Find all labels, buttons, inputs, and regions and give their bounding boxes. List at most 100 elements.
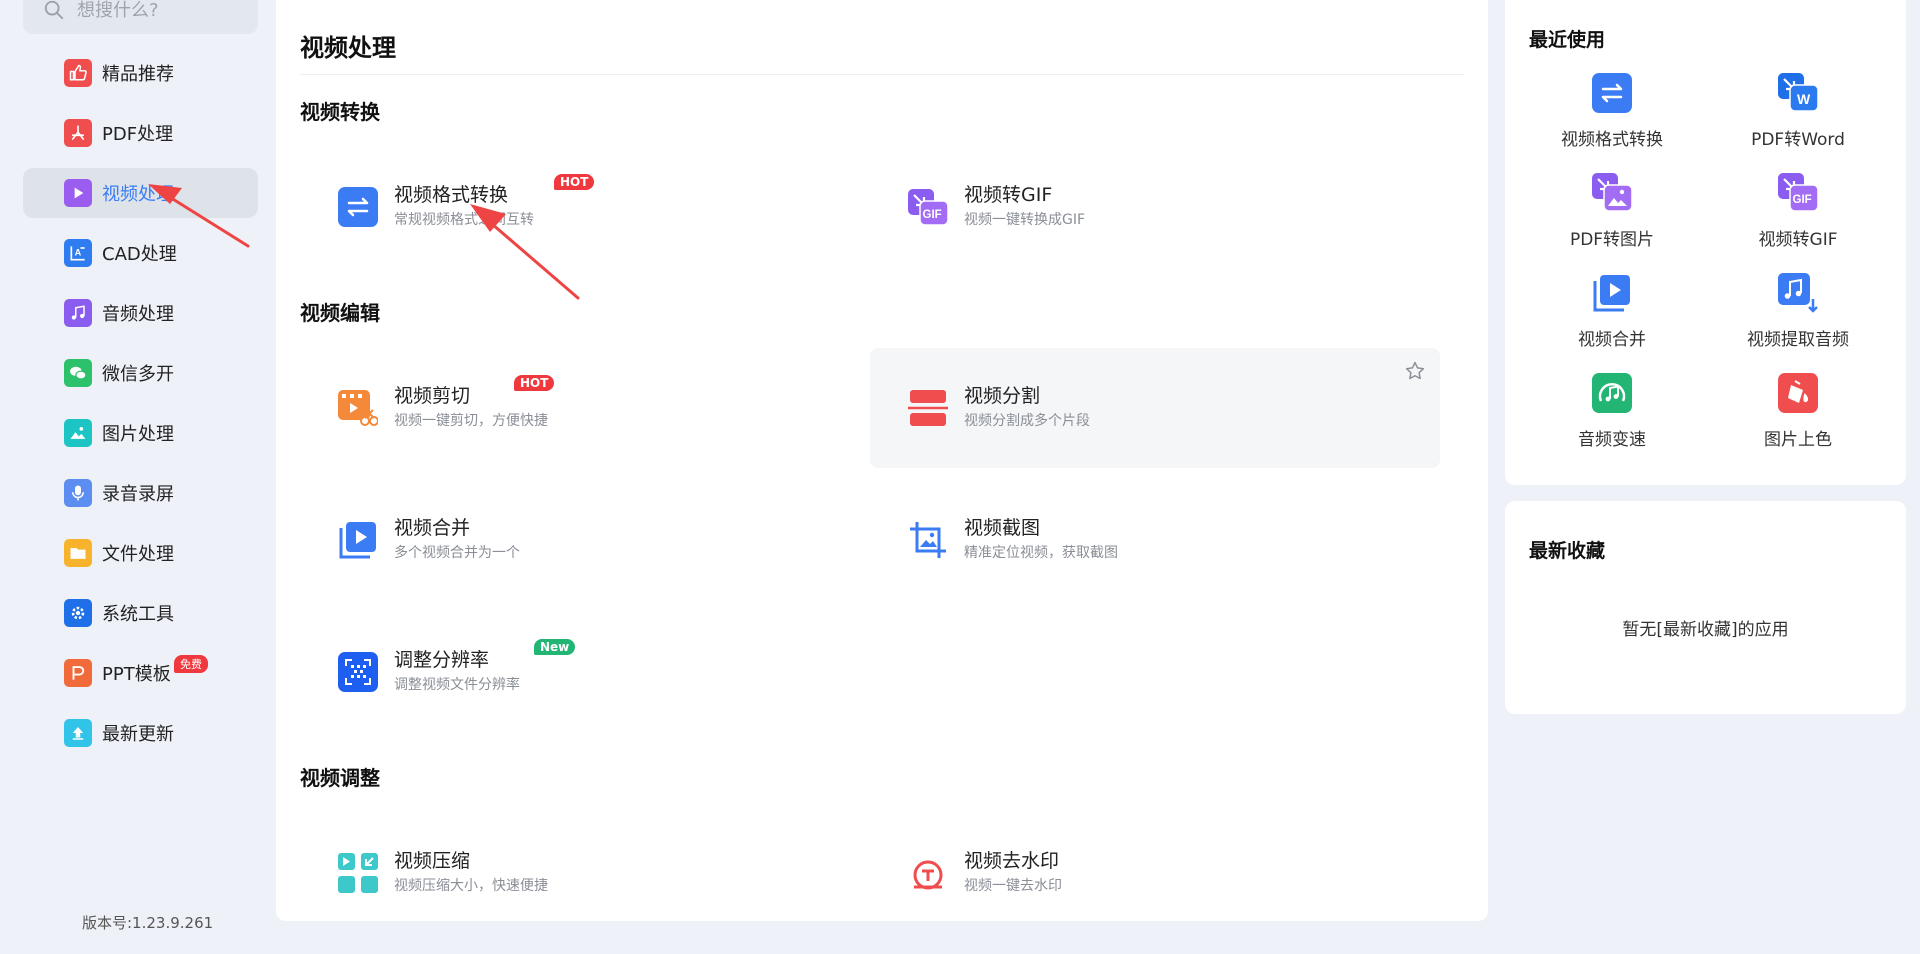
crop-image-icon [910, 522, 946, 558]
svg-text:GIF: GIF [923, 209, 942, 221]
wechat-icon [64, 359, 92, 387]
recent-item-audio-speed[interactable]: 音频变速 [1519, 373, 1705, 463]
sidebar-item-label: 图片处理 [102, 424, 174, 445]
tool-adjust-resolution[interactable]: 调整分辨率 New 调整视频文件分辨率 [300, 612, 870, 732]
search-icon [44, 0, 64, 20]
sidebar-item-label: 微信多开 [102, 364, 174, 385]
recent-title: 最近使用 [1529, 29, 1606, 51]
tool-video-screenshot[interactable]: 视频截图 精准定位视频，获取截图 [870, 480, 1440, 600]
sidebar-item-system-tools[interactable]: 系统工具 [23, 588, 258, 638]
recent-panel: 最近使用 视频格式转换 W PDF转Word PDF转图片 GIF 视频转GIF… [1505, 0, 1906, 485]
sidebar-item-pdf[interactable]: PDF处理 [23, 108, 258, 158]
recent-item-video-merge[interactable]: 视频合并 [1519, 273, 1705, 363]
image-colorize-icon [1778, 373, 1818, 413]
section-title-video-convert: 视频转换 [300, 100, 380, 124]
sidebar-item-recording[interactable]: 录音录屏 [23, 468, 258, 518]
tool-video-split[interactable]: 视频分割 视频分割成多个片段 [870, 348, 1440, 468]
sidebar-item-audio[interactable]: 音频处理 [23, 288, 258, 338]
tool-name: 视频转GIF [964, 184, 1053, 206]
thumbs-up-icon [64, 59, 92, 87]
recent-item-extract-audio[interactable]: 视频提取音频 [1705, 273, 1891, 363]
new-badge: New [534, 639, 576, 655]
watermark-remove-icon [913, 860, 943, 890]
free-badge: 免费 [174, 655, 208, 673]
sidebar-item-files[interactable]: 文件处理 [23, 528, 258, 578]
tool-name: 视频压缩 [394, 850, 471, 872]
sidebar-item-featured[interactable]: 精品推荐 [23, 48, 258, 98]
recent-item-video-to-gif[interactable]: GIF 视频转GIF [1705, 173, 1891, 263]
video-cut-icon [338, 390, 378, 426]
recent-item-label: PDF转图片 [1569, 230, 1655, 250]
tool-video-format-convert[interactable]: 视频格式转换 HOT 常规视频格式之间互转 [300, 147, 870, 267]
tool-description: 精准定位视频，获取截图 [964, 545, 1118, 561]
recent-item-pdf-to-image[interactable]: PDF转图片 [1519, 173, 1705, 263]
tool-description: 调整视频文件分辨率 [394, 677, 520, 693]
tool-video-cut[interactable]: 视频剪切 HOT 视频一键剪切，方便快捷 [300, 348, 870, 468]
svg-text:A: A [75, 248, 82, 258]
sidebar-item-label: 录音录屏 [102, 484, 174, 505]
divider [300, 74, 1464, 75]
sidebar-item-video[interactable]: 视频处理 [23, 168, 258, 218]
recent-item-video-format-convert[interactable]: 视频格式转换 [1519, 73, 1705, 163]
sidebar-item-wechat[interactable]: 微信多开 [23, 348, 258, 398]
sidebar-nav: 精品推荐 PDF处理 视频处理 A CAD处理 音频处理 微信多开 图片处理 录… [23, 48, 258, 768]
sidebar-item-label: 视频处理 [102, 184, 174, 205]
video-split-icon [908, 390, 948, 426]
extract-audio-icon [1778, 273, 1818, 313]
tool-name: 视频格式转换 [394, 184, 509, 206]
upload-icon [64, 719, 92, 747]
resolution-icon [338, 652, 378, 692]
section-title-video-adjust: 视频调整 [300, 766, 380, 790]
tool-video-remove-watermark[interactable]: 视频去水印 视频一键去水印 [870, 813, 1440, 921]
tool-name: 视频剪切 [394, 385, 471, 407]
recent-item-label: 音频变速 [1578, 430, 1646, 450]
star-icon[interactable] [1404, 360, 1426, 382]
recent-item-label: 视频合并 [1578, 330, 1646, 350]
tool-video-compress[interactable]: 视频压缩 视频压缩大小，快速便捷 [300, 813, 870, 921]
recent-item-label: 视频提取音频 [1747, 330, 1849, 350]
image-icon [64, 419, 92, 447]
sidebar-item-label: PPT模板 [102, 664, 171, 685]
gear-icon [64, 599, 92, 627]
tool-video-merge[interactable]: 视频合并 多个视频合并为一个 [300, 480, 870, 600]
favorites-panel: 最新收藏 暂无[最新收藏]的应用 [1505, 501, 1906, 714]
tool-name: 调整分辨率 [394, 649, 490, 671]
sidebar-item-updates[interactable]: 最新更新 [23, 708, 258, 758]
sidebar: 精品推荐 PDF处理 视频处理 A CAD处理 音频处理 [0, 0, 276, 954]
audio-speed-icon [1592, 373, 1632, 413]
search-input[interactable] [75, 0, 249, 22]
svg-text:GIF: GIF [1793, 194, 1812, 206]
tool-video-to-gif[interactable]: GIF 视频转GIF 视频一键转换成GIF [870, 147, 1440, 267]
sidebar-item-label: 精品推荐 [102, 64, 174, 85]
convert-icon [1592, 73, 1632, 113]
tool-description: 视频一键去水印 [964, 878, 1062, 894]
recent-item-image-colorize[interactable]: 图片上色 [1705, 373, 1891, 463]
recent-item-label: 视频转GIF [1758, 230, 1838, 250]
tool-name: 视频分割 [964, 385, 1041, 407]
microphone-icon [64, 479, 92, 507]
tool-name: 视频截图 [964, 517, 1041, 539]
video-merge-icon [1593, 275, 1630, 312]
tool-description: 视频分割成多个片段 [964, 413, 1090, 429]
version-label: 版本号:1.23.9.261 [82, 914, 214, 932]
sidebar-item-ppt-templates[interactable]: PPT模板 免费 [23, 648, 258, 698]
search-box[interactable] [23, 0, 258, 34]
video-to-gif-icon: GIF [1778, 173, 1818, 212]
sidebar-item-cad[interactable]: A CAD处理 [23, 228, 258, 278]
hot-badge: HOT [554, 174, 595, 190]
recent-item-label: 视频格式转换 [1561, 130, 1663, 150]
music-icon [64, 299, 92, 327]
sidebar-item-image[interactable]: 图片处理 [23, 408, 258, 458]
cad-icon: A [64, 239, 92, 267]
convert-icon [338, 187, 378, 227]
pdf-to-word-icon: W [1778, 73, 1818, 112]
svg-text:W: W [1797, 91, 1811, 107]
favorites-empty-text: 暂无[最新收藏]的应用 [1622, 620, 1789, 640]
hot-badge: HOT [514, 375, 555, 391]
tool-description: 视频压缩大小，快速便捷 [394, 878, 548, 894]
favorites-title: 最新收藏 [1529, 540, 1606, 562]
recent-item-pdf-to-word[interactable]: W PDF转Word [1705, 73, 1891, 163]
play-icon [64, 179, 92, 207]
tool-name: 视频合并 [394, 517, 471, 539]
pdf-to-image-icon [1592, 173, 1632, 212]
